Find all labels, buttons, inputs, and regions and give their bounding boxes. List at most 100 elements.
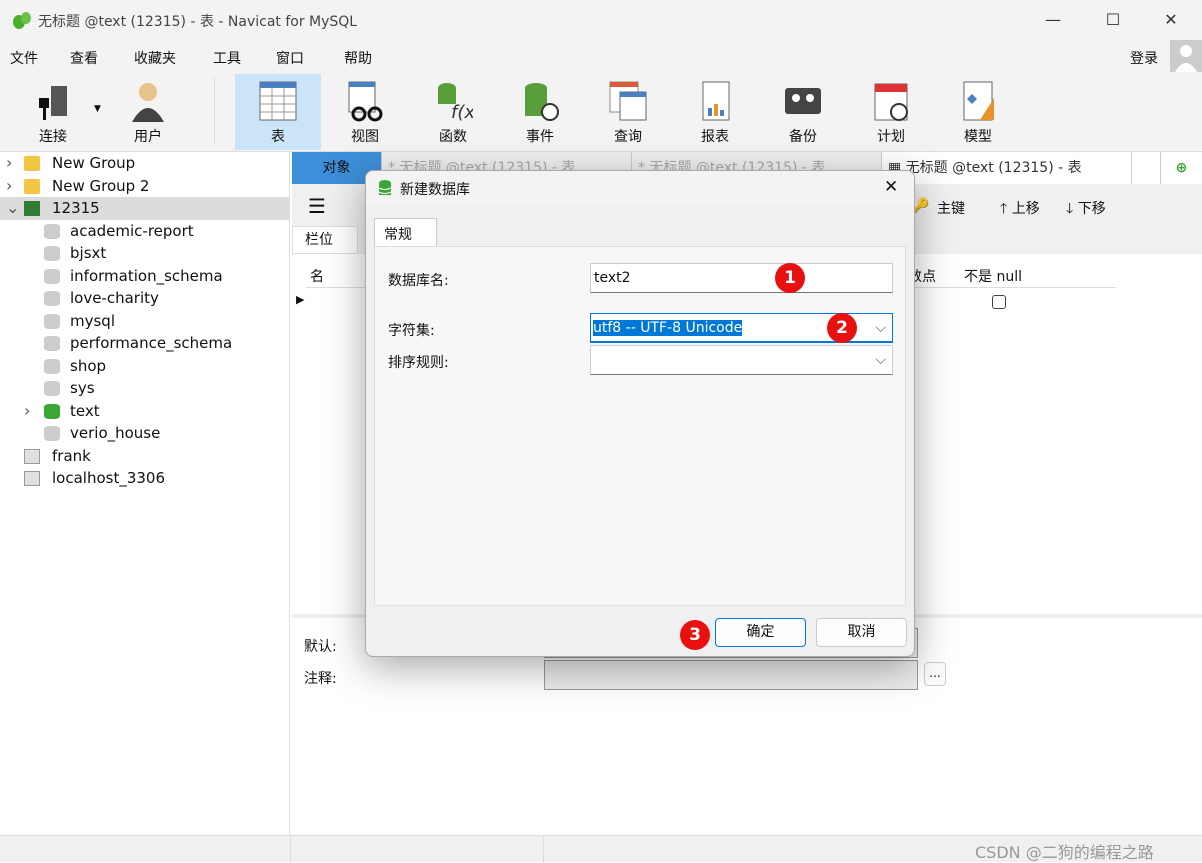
database-icon (44, 336, 60, 351)
minimize-button[interactable]: — (1038, 8, 1068, 32)
connection-tree: › New Group › New Group 2 ⌄ 12315 academic-rep… (0, 152, 290, 835)
move-down-label: 下移 (1077, 201, 1106, 217)
login-link[interactable]: 登录 (1130, 48, 1158, 68)
maximize-button[interactable]: ☐ (1098, 8, 1128, 32)
menu-window[interactable]: 窗口 (276, 48, 304, 68)
plug-icon (39, 86, 67, 120)
view-icon (348, 81, 383, 122)
comment-input[interactable] (544, 660, 918, 690)
sidebar-item-label: love-charity (70, 289, 159, 307)
menu-favorites[interactable]: 收藏夹 (134, 48, 176, 68)
collation-select[interactable]: ⌵ (590, 345, 893, 375)
new-database-dialog: 新建数据库 ✕ 常规 数据库名: text2 字符集: utf8 -- UTF-… (365, 170, 915, 657)
chevron-down-icon: ⌵ (875, 352, 886, 368)
user-label: 用户 (134, 129, 162, 145)
sidebar-item-label: information_schema (70, 266, 223, 285)
sidebar-item-frank[interactable]: frank (0, 445, 289, 468)
comment-expand-button[interactable]: ... (924, 662, 946, 686)
svg-text:f(x): f(x) (451, 102, 473, 122)
not-null-checkbox[interactable] (992, 295, 1006, 309)
report-label: 报表 (701, 129, 729, 145)
sidebar-item-bjsxt[interactable]: bjsxt (0, 242, 289, 265)
sidebar-item-label: bjsxt (70, 244, 107, 262)
query-button[interactable]: 查询 (585, 74, 671, 150)
user-icon (132, 83, 164, 122)
sidebar-item-mysql[interactable]: mysql (0, 310, 289, 333)
folder-icon (24, 178, 40, 194)
view-label: 视图 (351, 129, 379, 145)
sidebar-item-sys[interactable]: sys (0, 377, 289, 400)
user-button[interactable]: 用户 (105, 74, 191, 150)
cancel-button[interactable]: 取消 (816, 618, 907, 647)
sidebar-item-text[interactable]: › text (0, 400, 289, 423)
arrow-up-icon: 🡑 (1000, 201, 1012, 217)
chevron-right-icon[interactable]: › (6, 152, 12, 174)
hamburger-menu-icon[interactable]: ☰ (308, 194, 326, 218)
model-button[interactable]: 模型 (935, 74, 1021, 150)
chevron-right-icon[interactable]: › (24, 400, 30, 422)
sidebar-item-new-group-2[interactable]: › New Group 2 (0, 175, 289, 198)
folder-icon (24, 156, 40, 171)
watermark: CSDN @二狗的编程之路 (975, 843, 1154, 862)
view-button[interactable]: 视图 (322, 74, 408, 150)
primary-key-button[interactable]: 主键 (937, 198, 965, 218)
function-label: 函数 (439, 129, 467, 145)
avatar[interactable] (1170, 40, 1202, 72)
sidebar-item-information-schema[interactable]: information_schema (0, 265, 289, 288)
toolbar-divider (214, 78, 215, 144)
connection-icon (24, 471, 40, 486)
backup-icon (785, 88, 821, 114)
move-down-button[interactable]: 🡓 下移 (1066, 198, 1106, 222)
connect-dropdown-icon[interactable]: ▼ (94, 104, 101, 114)
ok-button[interactable]: 确定 (715, 618, 806, 647)
new-tab-button[interactable]: ⊕ (1160, 152, 1202, 184)
sidebar-item-localhost-3306[interactable]: localhost_3306 (0, 467, 289, 490)
chevron-down-icon[interactable]: ⌄ (6, 197, 19, 219)
db-name-label: 数据库名: (388, 273, 449, 289)
schedule-label: 计划 (877, 129, 905, 145)
menu-help[interactable]: 帮助 (344, 48, 372, 68)
dialog-close-button[interactable]: ✕ (884, 177, 898, 197)
sidebar-item-performance-schema[interactable]: performance_schema (0, 332, 289, 355)
menu-file[interactable]: 文件 (10, 48, 38, 68)
user-avatar-icon (1175, 45, 1197, 72)
sidebar-item-verio-house[interactable]: verio_house (0, 422, 289, 445)
database-icon (44, 358, 60, 374)
dialog-title: 新建数据库 (400, 182, 470, 198)
title-bar: 无标题 @text (12315) - 表 - Navicat for MySQ… (0, 0, 1202, 40)
function-icon: f(x) (438, 83, 473, 122)
sidebar-item-label: performance_schema (70, 334, 233, 352)
sidebar-item-12315[interactable]: ⌄ 12315 (0, 197, 289, 220)
sidebar-item-love-charity[interactable]: love-charity (0, 287, 289, 310)
move-up-label: 上移 (1011, 201, 1040, 217)
move-up-button[interactable]: 🡑 上移 (1000, 198, 1040, 222)
main-toolbar: 连接 ▼ 用户 表 视图 f(x) 函数 事件 查询 报表 备份 计划 模型 (0, 72, 1202, 152)
table-button[interactable]: 表 (235, 74, 321, 150)
sidebar-item-academic-report[interactable]: academic-report (0, 220, 289, 243)
connect-button[interactable]: 连接 (10, 74, 96, 150)
database-icon (44, 426, 60, 441)
annotation-badge-2: 2 (827, 313, 857, 343)
menu-view[interactable]: 查看 (70, 48, 98, 68)
database-icon (44, 223, 60, 239)
tab-general[interactable]: 常规 (374, 218, 437, 247)
event-button[interactable]: 事件 (497, 74, 583, 150)
connect-label: 连接 (39, 129, 67, 145)
sidebar-item-new-group[interactable]: › New Group (0, 152, 289, 175)
close-button[interactable]: ✕ (1156, 8, 1186, 32)
sidebar-item-label: verio_house (70, 424, 161, 442)
report-button[interactable]: 报表 (672, 74, 758, 150)
tab-table-3[interactable]: ▦ 无标题 @text (12315) - 表 (882, 152, 1132, 184)
add-table-icon: ⊕ (1175, 160, 1188, 176)
menu-tools[interactable]: 工具 (213, 48, 241, 68)
subtab-fields[interactable]: 栏位 (292, 226, 358, 254)
collation-label: 排序规则: (388, 355, 449, 371)
function-button[interactable]: f(x) 函数 (410, 74, 496, 150)
sidebar-item-shop[interactable]: shop (0, 355, 289, 378)
schedule-button[interactable]: 计划 (848, 74, 934, 150)
chevron-right-icon[interactable]: › (6, 175, 12, 197)
backup-label: 备份 (789, 129, 817, 145)
backup-button[interactable]: 备份 (760, 74, 846, 150)
status-divider (290, 836, 291, 863)
db-name-input[interactable]: text2 (590, 263, 893, 293)
